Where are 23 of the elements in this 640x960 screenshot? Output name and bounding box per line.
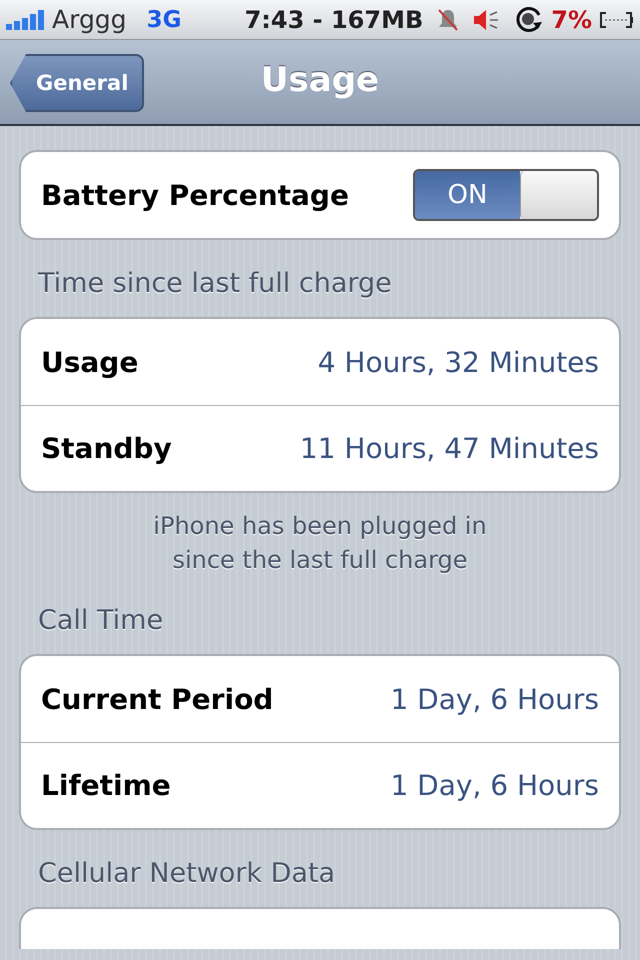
- speaker-icon: [473, 8, 500, 30]
- nav-title: Usage: [260, 60, 380, 100]
- section-header: Call Time: [37, 604, 164, 638]
- toggle-switch[interactable]: ON: [413, 169, 599, 221]
- back-button[interactable]: General: [10, 54, 144, 112]
- battery-percentage: 7%: [551, 6, 592, 34]
- row-value: 1 Day, 6 Hours: [390, 769, 599, 802]
- section-footer: iPhone has been plugged in since the last full charge: [19, 493, 621, 577]
- row-value: 4 Hours, 32 Minutes: [318, 346, 599, 378]
- battery-icon: [600, 10, 634, 28]
- network-type: 3G: [146, 6, 182, 32]
- row-label: Current Period: [41, 682, 274, 716]
- row-label: Lifetime: [41, 769, 171, 802]
- section-header: Cellular Network Data: [37, 857, 336, 891]
- row-value: 11 Hours, 47 Minutes: [300, 432, 599, 465]
- row-label: Battery Percentage: [41, 178, 349, 212]
- row-label: Standby: [41, 432, 172, 465]
- muted-bell-icon: [437, 8, 460, 32]
- section-header: Time since last full charge: [36, 267, 393, 301]
- row-label: Usage: [41, 346, 138, 378]
- row-value: 1 Day, 6 Hours: [390, 682, 599, 716]
- carrier-name: Arggg: [52, 5, 127, 34]
- status-time: 7:43 - 167MB: [244, 6, 424, 34]
